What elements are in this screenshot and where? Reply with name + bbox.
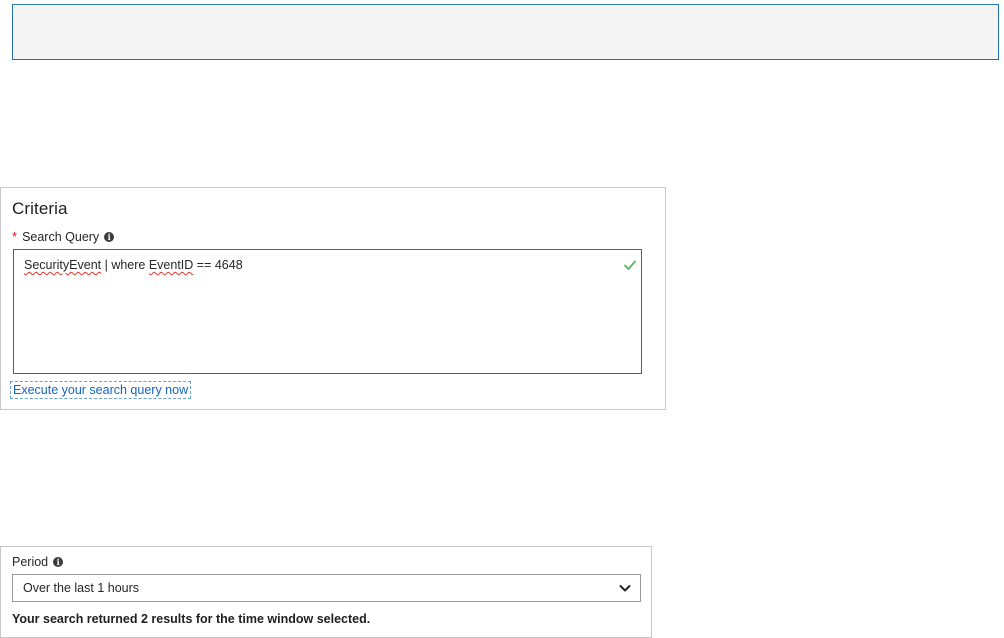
checkmark-icon xyxy=(624,260,636,270)
query-token-where: | where xyxy=(101,258,149,272)
search-query-textarea[interactable]: SecurityEvent | where EventID == 4648 xyxy=(13,249,642,374)
chevron-down-icon xyxy=(619,585,631,592)
period-label-row: Period i xyxy=(12,555,64,569)
execute-search-link[interactable]: Execute your search query now xyxy=(9,381,192,399)
info-icon[interactable]: i xyxy=(104,231,115,242)
query-token-condition: == 4648 xyxy=(193,258,243,272)
period-panel: Period i Over the last 1 hours Your sear… xyxy=(0,546,652,638)
search-result-message: Your search returned 2 results for the t… xyxy=(12,612,371,626)
criteria-panel: Criteria * Search Query i SecurityEvent … xyxy=(0,187,666,410)
query-token-securityevent: SecurityEvent xyxy=(24,258,102,272)
period-dropdown[interactable]: Over the last 1 hours xyxy=(12,574,641,602)
query-token-eventid: EventID xyxy=(148,258,194,272)
search-query-label-row: * Search Query i xyxy=(12,229,115,244)
top-input-bar[interactable] xyxy=(12,4,999,60)
search-query-text: SecurityEvent | where EventID == 4648 xyxy=(24,258,243,272)
period-label: Period xyxy=(12,555,49,569)
period-selected-value: Over the last 1 hours xyxy=(23,581,140,595)
criteria-title: Criteria xyxy=(12,199,68,218)
required-marker: * xyxy=(12,229,18,244)
info-icon[interactable]: i xyxy=(53,557,64,567)
search-query-label: Search Query xyxy=(22,229,100,244)
